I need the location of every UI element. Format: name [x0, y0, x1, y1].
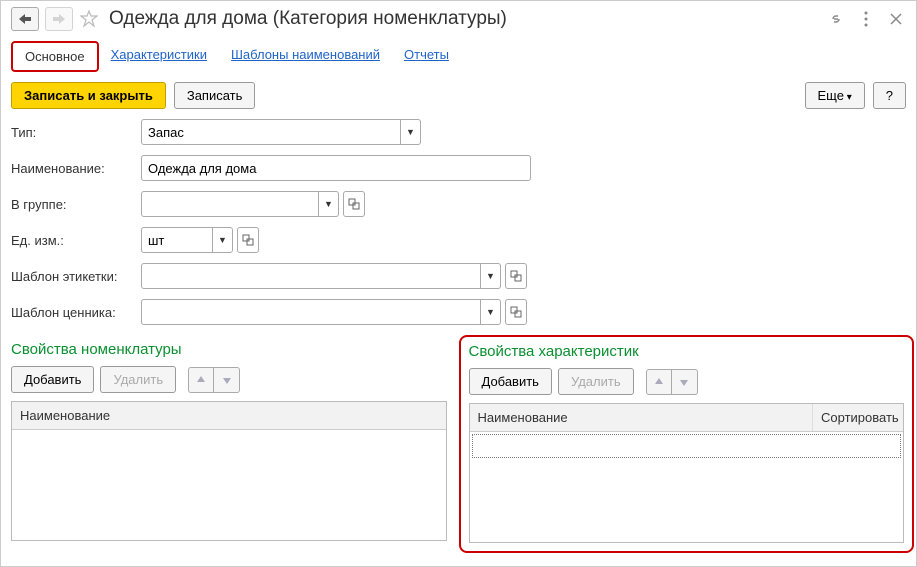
- nav-forward-button[interactable]: [45, 7, 73, 31]
- nomenclature-delete-button[interactable]: Удалить: [100, 366, 176, 393]
- tab-naming-templates[interactable]: Шаблоны наименований: [219, 41, 392, 72]
- save-close-button[interactable]: Записать и закрыть: [11, 82, 166, 109]
- link-icon: [828, 11, 844, 27]
- characteristics-title: Свойства характеристик: [469, 343, 905, 360]
- save-button[interactable]: Записать: [174, 82, 256, 109]
- nomenclature-move-down-button[interactable]: [214, 367, 240, 393]
- title-actions: [826, 9, 906, 29]
- characteristics-new-row[interactable]: [472, 434, 902, 458]
- name-field[interactable]: [141, 155, 531, 181]
- price-tpl-label: Шаблон ценника:: [11, 305, 141, 320]
- unit-label: Ед. изм.:: [11, 233, 141, 248]
- characteristics-tbody[interactable]: [470, 432, 904, 542]
- characteristics-col-name: Наименование: [470, 404, 814, 431]
- arrow-up-icon: [654, 377, 664, 387]
- arrow-up-icon: [196, 375, 206, 385]
- price-tpl-open-button[interactable]: [505, 299, 527, 325]
- open-icon: [242, 234, 254, 246]
- arrow-right-icon: [53, 14, 65, 24]
- label-tpl-label: Шаблон этикетки:: [11, 269, 141, 284]
- type-field[interactable]: [141, 119, 401, 145]
- nomenclature-add-button[interactable]: Добавить: [11, 366, 94, 393]
- type-dropdown-button[interactable]: ▼: [401, 119, 421, 145]
- nomenclature-panel: Свойства номенклатуры Добавить Удалить Н…: [11, 341, 447, 545]
- panels: Свойства номенклатуры Добавить Удалить Н…: [1, 335, 916, 555]
- label-tpl-open-button[interactable]: [505, 263, 527, 289]
- tab-characteristics[interactable]: Характеристики: [99, 41, 219, 72]
- characteristics-add-button[interactable]: Добавить: [469, 368, 552, 395]
- kebab-icon: [864, 11, 868, 27]
- label-tpl-field[interactable]: [141, 263, 481, 289]
- unit-dropdown-button[interactable]: ▼: [213, 227, 233, 253]
- nomenclature-toolbar: Добавить Удалить: [11, 366, 447, 393]
- titlebar: Одежда для дома (Категория номенклатуры): [1, 1, 916, 37]
- open-icon: [510, 270, 522, 282]
- group-field[interactable]: [141, 191, 319, 217]
- characteristics-col-sort: Сортировать: [813, 404, 903, 431]
- page-title: Одежда для дома (Категория номенклатуры): [109, 8, 820, 30]
- name-label: Наименование:: [11, 161, 141, 176]
- open-icon: [348, 198, 360, 210]
- label-tpl-dropdown-button[interactable]: ▼: [481, 263, 501, 289]
- characteristics-toolbar: Добавить Удалить: [469, 368, 905, 395]
- nomenclature-move-up-button[interactable]: [188, 367, 214, 393]
- toolbar: Записать и закрыть Записать Еще ?: [1, 72, 916, 119]
- arrow-down-icon: [222, 375, 232, 385]
- open-icon: [510, 306, 522, 318]
- star-icon: [80, 10, 98, 28]
- group-dropdown-button[interactable]: ▼: [319, 191, 339, 217]
- unit-open-button[interactable]: [237, 227, 259, 253]
- nomenclature-table[interactable]: Наименование: [11, 401, 447, 541]
- nomenclature-col-name: Наименование: [12, 402, 446, 429]
- more-button[interactable]: Еще: [805, 82, 865, 109]
- characteristics-panel: Свойства характеристик Добавить Удалить …: [459, 335, 915, 553]
- type-label: Тип:: [11, 125, 141, 140]
- tab-reports[interactable]: Отчеты: [392, 41, 461, 72]
- tabs: Основное Характеристики Шаблоны наименов…: [1, 37, 916, 72]
- nomenclature-tbody[interactable]: [12, 430, 446, 540]
- nav-back-button[interactable]: [11, 7, 39, 31]
- price-tpl-dropdown-button[interactable]: ▼: [481, 299, 501, 325]
- group-label: В группе:: [11, 197, 141, 212]
- close-button[interactable]: [886, 9, 906, 29]
- characteristics-move-down-button[interactable]: [672, 369, 698, 395]
- help-button[interactable]: ?: [873, 82, 906, 109]
- arrow-down-icon: [679, 377, 689, 387]
- characteristics-move-up-button[interactable]: [646, 369, 672, 395]
- group-open-button[interactable]: [343, 191, 365, 217]
- unit-field[interactable]: [141, 227, 213, 253]
- favorite-star-button[interactable]: [79, 9, 99, 29]
- characteristics-table[interactable]: Наименование Сортировать: [469, 403, 905, 543]
- close-icon: [890, 13, 902, 25]
- characteristics-delete-button[interactable]: Удалить: [558, 368, 634, 395]
- arrow-left-icon: [19, 14, 31, 24]
- price-tpl-field[interactable]: [141, 299, 481, 325]
- nomenclature-title: Свойства номенклатуры: [11, 341, 447, 358]
- link-button[interactable]: [826, 9, 846, 29]
- tab-main[interactable]: Основное: [11, 41, 99, 72]
- more-menu-button[interactable]: [856, 9, 876, 29]
- form: Тип: ▼ Наименование: В группе: ▼ Ед. изм…: [1, 119, 916, 325]
